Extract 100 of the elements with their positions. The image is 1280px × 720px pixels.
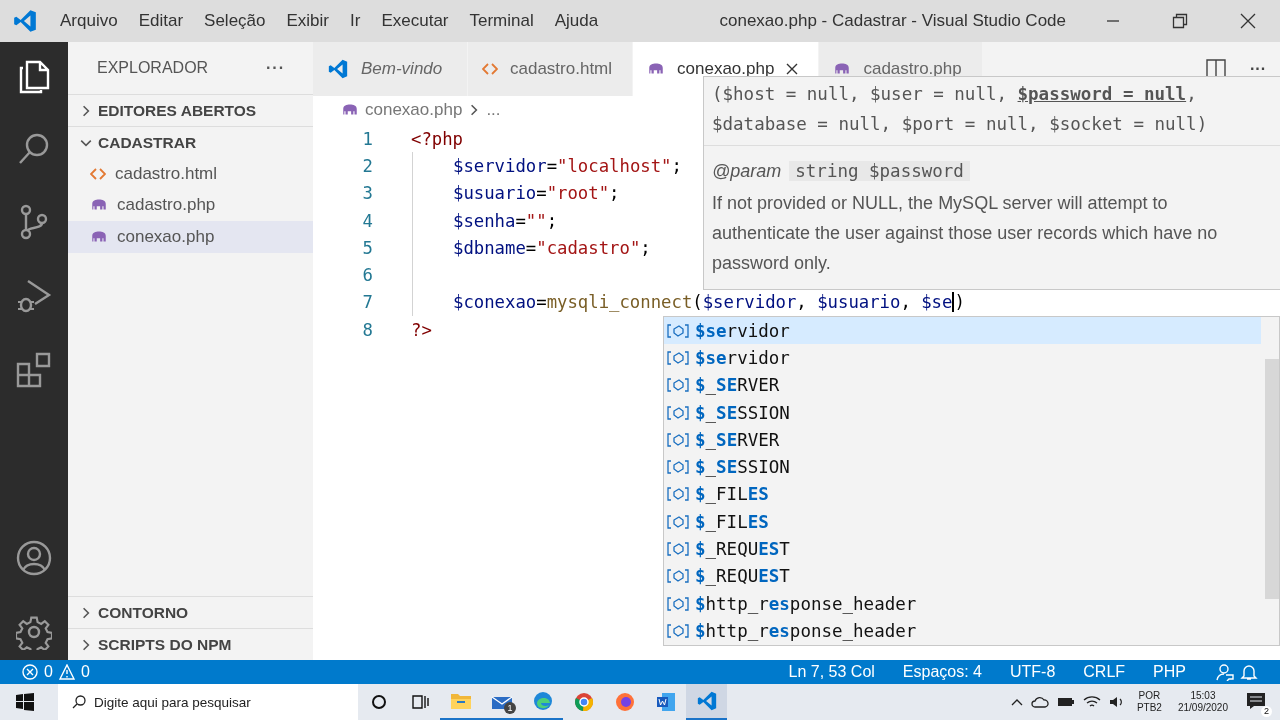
- error-count[interactable]: 0: [44, 663, 53, 681]
- variable-icon: [667, 460, 689, 475]
- status-item[interactable]: Espaços: 4: [902, 663, 982, 681]
- menu-item[interactable]: Editar: [128, 11, 195, 31]
- file-item[interactable]: cadastro.html: [68, 158, 313, 190]
- code-token: ;: [546, 210, 558, 231]
- code-token: ?>: [411, 319, 432, 340]
- code-brackets-icon: [482, 63, 498, 75]
- breadcrumb-item[interactable]: ...: [486, 100, 501, 120]
- suggestion-item[interactable]: $http_response_header: [664, 617, 1261, 645]
- restore-icon[interactable]: [1172, 13, 1188, 29]
- suggestion-item[interactable]: $_SESSION: [664, 453, 1261, 481]
- document-app-icon[interactable]: [655, 692, 676, 712]
- browser-icon[interactable]: [532, 691, 553, 711]
- code-token: $dbname: [453, 237, 526, 258]
- run-debug-icon[interactable]: [16, 278, 52, 314]
- suggestion-item[interactable]: $_SERVER: [664, 426, 1261, 454]
- variable-icon: [667, 350, 689, 365]
- account-icon[interactable]: [16, 540, 52, 576]
- line-number: 2: [361, 155, 373, 176]
- suggestion-item[interactable]: $_REQUEST: [664, 535, 1261, 563]
- chevron-right-icon: [80, 104, 92, 117]
- wifi-icon[interactable]: [1082, 695, 1101, 709]
- search-icon[interactable]: [17, 132, 51, 166]
- search-field[interactable]: Digite aqui para pesquisar: [58, 684, 358, 720]
- error-icon[interactable]: [22, 664, 38, 680]
- variable-icon: [667, 623, 689, 638]
- browser-icon[interactable]: [614, 692, 635, 712]
- count-badge: 1: [504, 702, 516, 714]
- speaker-icon[interactable]: [1108, 695, 1125, 709]
- line-number: 1: [361, 128, 373, 149]
- menu-item[interactable]: Arquivo: [50, 11, 129, 31]
- file-item[interactable]: conexao.php: [68, 221, 313, 253]
- code-token: "": [525, 210, 547, 231]
- keyboard-layout[interactable]: PTB2: [1136, 702, 1162, 714]
- section-header[interactable]: CADASTRAR: [68, 126, 313, 158]
- code-token: mysqli_connect: [546, 292, 693, 313]
- code-token: "localhost": [557, 155, 672, 176]
- menu-item[interactable]: Executar: [371, 11, 460, 31]
- folder-icon[interactable]: [449, 692, 472, 710]
- file-item[interactable]: cadastro.php: [68, 189, 313, 221]
- warning-icon[interactable]: [58, 664, 75, 680]
- chevron-right-icon: [80, 606, 92, 619]
- window-title: conexao.php - Cadastrar - Visual Studio Code: [719, 11, 1066, 31]
- suggestion-item[interactable]: $servidor: [664, 317, 1261, 345]
- suggestion-item[interactable]: $_SERVER: [664, 371, 1261, 399]
- feedback-icon[interactable]: [1214, 663, 1234, 681]
- vscode-logo-icon: [695, 690, 718, 712]
- section-header[interactable]: EDITORES ABERTOS: [68, 94, 313, 126]
- clock-time[interactable]: 15:03: [1190, 690, 1216, 702]
- suggestion-item[interactable]: $_FILES: [664, 480, 1261, 509]
- suggestion-item[interactable]: $http_response_header: [664, 589, 1261, 618]
- suggestion-item[interactable]: $_REQUEST: [664, 562, 1261, 590]
- param-description: If not provided or NULL, the MySQL server will attempt to authenticate the user against those user records which have no password only.: [712, 192, 1219, 275]
- chevron-right-icon: [80, 638, 92, 651]
- code-token: =: [536, 292, 547, 313]
- close-icon[interactable]: [1240, 13, 1256, 29]
- param-tag: @param: [712, 160, 782, 182]
- notification-icon[interactable]: [1246, 691, 1266, 710]
- count-badge: 2: [1261, 705, 1272, 717]
- menu-item[interactable]: Seleção: [194, 11, 277, 31]
- code-token: $servidor: [702, 292, 797, 313]
- clock-date[interactable]: 21/09/2020: [1177, 702, 1228, 714]
- chevron-up-icon[interactable]: [1010, 697, 1023, 707]
- status-item[interactable]: Ln 7, 53 Col: [788, 663, 875, 681]
- extensions-icon[interactable]: [16, 352, 52, 388]
- param-type: string $password: [789, 161, 970, 181]
- menu-item[interactable]: Terminal: [459, 11, 545, 31]
- suggestion-item[interactable]: $_SESSION: [664, 398, 1261, 427]
- menu-item[interactable]: Ir: [340, 11, 372, 31]
- browser-icon[interactable]: [573, 692, 594, 712]
- warning-count[interactable]: 0: [80, 663, 90, 681]
- status-item[interactable]: UTF-8: [1010, 663, 1056, 681]
- bell-icon[interactable]: [1240, 663, 1258, 681]
- code-token: ,: [796, 292, 808, 313]
- section-header[interactable]: CONTORNO: [68, 596, 313, 628]
- cloud-icon[interactable]: [1030, 695, 1049, 709]
- task-view-icon[interactable]: [410, 694, 429, 710]
- menu-item[interactable]: Ajuda: [544, 11, 610, 31]
- breadcrumb-item[interactable]: conexao.php: [365, 100, 463, 120]
- circle-icon[interactable]: [370, 694, 387, 710]
- editor-tab[interactable]: cadastro.html: [468, 42, 634, 96]
- battery-icon[interactable]: [1056, 696, 1075, 708]
- suggestion-item[interactable]: $servidor: [664, 344, 1261, 372]
- windows-start-icon[interactable]: [16, 693, 34, 711]
- source-control-icon[interactable]: [18, 204, 50, 240]
- editor-tab[interactable]: Bem-vindo: [313, 42, 468, 96]
- status-item[interactable]: CRLF: [1083, 663, 1126, 681]
- variable-icon: [667, 596, 689, 611]
- variable-icon: [667, 432, 689, 447]
- settings-icon[interactable]: [16, 614, 52, 650]
- code-token: ,: [900, 292, 912, 313]
- suggestion-item[interactable]: $_FILES: [664, 508, 1261, 536]
- input-language[interactable]: POR: [1138, 690, 1161, 702]
- menu-item[interactable]: Exibir: [276, 11, 340, 31]
- close-icon[interactable]: [786, 63, 799, 75]
- status-item[interactable]: PHP: [1153, 663, 1186, 681]
- more-actions-button[interactable]: ···: [266, 59, 285, 77]
- scrollbar[interactable]: [1265, 359, 1279, 599]
- more-actions-button[interactable]: ···: [1250, 60, 1266, 78]
